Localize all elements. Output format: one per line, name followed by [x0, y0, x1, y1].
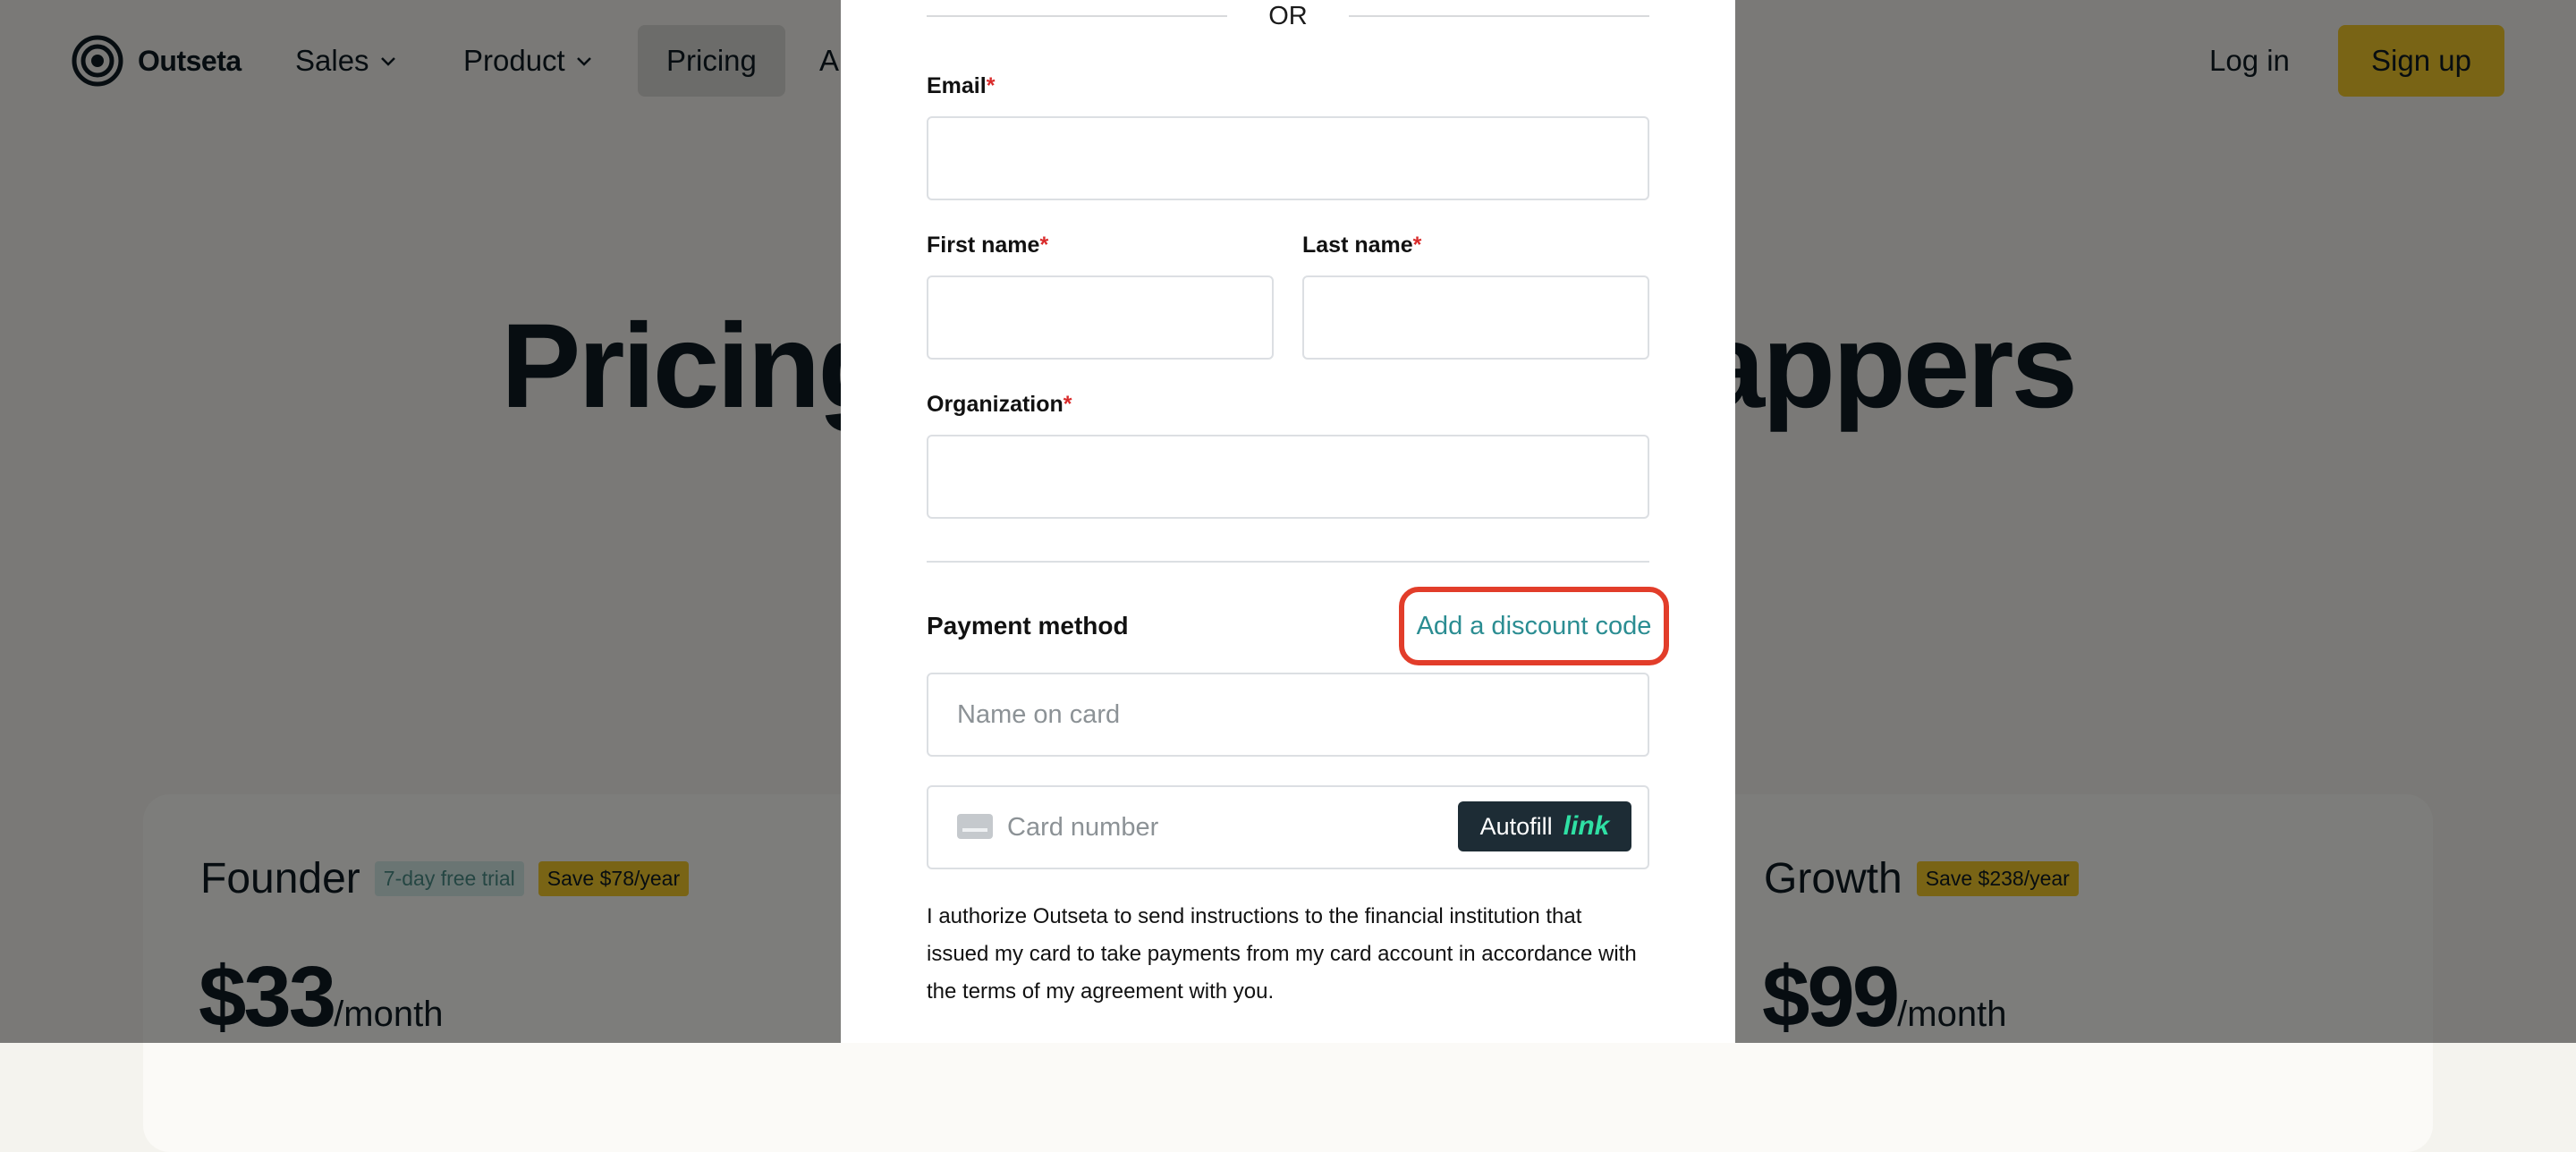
credit-card-icon	[957, 814, 993, 839]
discount-highlight: Add a discount code	[1399, 587, 1669, 665]
card-number-field[interactable]: Card number Autofill link	[927, 785, 1649, 869]
required-mark: *	[1039, 233, 1049, 258]
email-label-text: Email	[927, 73, 987, 98]
first-name-label-text: First name	[927, 233, 1040, 258]
last-name-field[interactable]	[1302, 275, 1649, 360]
divider-line	[1349, 15, 1649, 17]
or-divider: OR	[927, 0, 1649, 32]
email-field[interactable]	[927, 116, 1649, 200]
first-name-label: First name*	[927, 233, 1048, 258]
required-mark: *	[1063, 392, 1072, 417]
add-discount-code-link[interactable]: Add a discount code	[1417, 612, 1652, 641]
signup-modal: OR Email* First name* Last name* Organiz…	[841, 0, 1735, 1043]
email-label: Email*	[927, 73, 995, 99]
organization-label-text: Organization	[927, 392, 1063, 417]
link-brand-text: link	[1563, 811, 1610, 841]
organization-label: Organization*	[927, 392, 1072, 418]
autofill-label: Autofill	[1479, 812, 1553, 840]
last-name-label-text: Last name	[1302, 233, 1413, 258]
required-mark: *	[986, 73, 996, 98]
required-mark: *	[1412, 233, 1422, 258]
autofill-link-button[interactable]: Autofill link	[1458, 801, 1631, 851]
last-name-label: Last name*	[1302, 233, 1421, 258]
name-on-card-field[interactable]: Name on card	[927, 673, 1649, 757]
payment-method-label: Payment method	[927, 612, 1129, 640]
organization-field[interactable]	[927, 435, 1649, 519]
card-number-placeholder: Card number	[1007, 812, 1159, 842]
name-on-card-placeholder: Name on card	[957, 699, 1121, 729]
authorization-text: I authorize Outseta to send instructions…	[927, 904, 1637, 1004]
first-name-field[interactable]	[927, 275, 1274, 360]
section-divider	[927, 561, 1649, 563]
